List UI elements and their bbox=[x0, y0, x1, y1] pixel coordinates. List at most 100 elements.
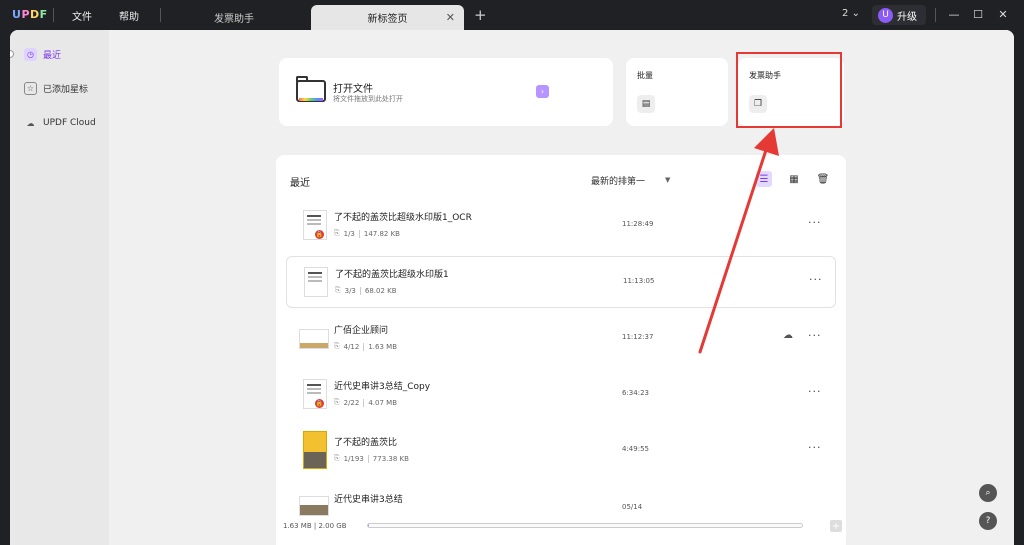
recent-title: 最近 bbox=[290, 178, 310, 189]
storage-progress bbox=[367, 523, 803, 528]
file-name: 广佰企业顾问 bbox=[334, 326, 389, 336]
file-meta: ⎘ 4/12 1.63 MB bbox=[334, 342, 397, 351]
batch-card[interactable]: 批量 ▤ bbox=[626, 58, 728, 126]
tab-label: 新标签页 bbox=[367, 14, 408, 25]
sidebar-item-cloud[interactable]: ☁ UPDF Cloud bbox=[18, 111, 104, 135]
file-thumbnail bbox=[299, 329, 329, 349]
file-time: 11:13:05 bbox=[623, 277, 655, 285]
sidebar-item-label: UPDF Cloud bbox=[43, 118, 96, 128]
file-pages: 4/12 bbox=[343, 342, 360, 351]
file-row[interactable]: 🔒 近代史串讲3总结_Copy ⎘ 2/22 4.07 MB 6:34:23 ·… bbox=[286, 369, 836, 421]
file-meta: ⎘ 1/3 147.82 KB bbox=[334, 229, 400, 238]
storage-bar: 1.63 MB | 2.00 GB + bbox=[279, 518, 844, 538]
tab-invoice-assistant[interactable]: 发票助手 bbox=[170, 5, 298, 30]
file-name: 了不起的盖茨比超级水印版1 bbox=[335, 270, 449, 280]
more-options-icon[interactable]: ··· bbox=[808, 216, 822, 229]
open-file-subtitle: 将文件拖放到此处打开 bbox=[333, 95, 403, 103]
search-icon[interactable]: ⌕ bbox=[979, 484, 997, 502]
title-divider bbox=[935, 8, 936, 22]
page-icon: ⎘ bbox=[334, 454, 340, 462]
app-window: ◷ 最近 ☆ 已添加星标 ☁ UPDF Cloud 打开文件 将文件拖放到此处打… bbox=[10, 30, 1014, 545]
add-storage-button[interactable]: + bbox=[830, 520, 842, 532]
sidebar-collapse-handle[interactable] bbox=[10, 50, 14, 58]
more-options-icon[interactable]: ··· bbox=[808, 441, 822, 454]
tab-label: 发票助手 bbox=[214, 14, 254, 25]
file-size: 147.82 KB bbox=[363, 229, 400, 238]
storage-progress-fill bbox=[368, 524, 369, 527]
more-options-icon[interactable]: ··· bbox=[808, 329, 822, 342]
sidebar-item-label: 已添加星标 bbox=[43, 84, 89, 95]
file-meta: ⎘ 3/3 68.02 KB bbox=[335, 286, 397, 295]
file-row[interactable]: 了不起的盖茨比超级水印版1 ⎘ 3/3 68.02 KB 11:13:05 ··… bbox=[286, 256, 836, 308]
file-pages: 3/3 bbox=[344, 286, 356, 295]
recent-files-panel: 最近 最新的排第一 ▼ ☰ ▦ 🗑 🔒 了不起的盖茨比超级水印版1_OCR ⎘ … bbox=[276, 155, 846, 545]
file-size: 1.63 MB bbox=[368, 342, 397, 351]
page-icon: ⎘ bbox=[335, 286, 341, 294]
file-name: 近代史串讲3总结_Copy bbox=[334, 382, 431, 392]
tab-new-tab[interactable]: 新标签页 ✕ bbox=[311, 5, 464, 30]
grid-view-icon[interactable]: ▦ bbox=[786, 171, 802, 187]
window-count-dropdown[interactable]: 2 ⌄ bbox=[842, 8, 860, 19]
file-time: 11:28:49 bbox=[622, 220, 654, 228]
file-name: 了不起的盖茨比超级水印版1_OCR bbox=[334, 213, 472, 223]
upgrade-label: 升级 bbox=[897, 11, 917, 23]
sidebar-item-label: 最近 bbox=[43, 50, 62, 61]
cloud-upload-icon[interactable]: ☁ bbox=[783, 330, 793, 341]
file-time: 6:34:23 bbox=[622, 389, 649, 397]
upgrade-button[interactable]: U 升级 bbox=[872, 5, 926, 25]
file-size: 773.38 KB bbox=[372, 454, 409, 463]
annotation-highlight-box bbox=[736, 52, 842, 128]
file-meta: ⎘ 1/193 773.38 KB bbox=[334, 454, 409, 463]
page-icon: ⎘ bbox=[334, 229, 340, 237]
help-icon[interactable]: ? bbox=[979, 512, 997, 530]
sidebar-item-recent[interactable]: ◷ 最近 bbox=[18, 42, 104, 66]
cloud-icon: ☁ bbox=[26, 118, 35, 128]
file-pages: 1/3 bbox=[343, 229, 355, 238]
file-name: 近代史串讲3总结 bbox=[334, 495, 403, 505]
file-row[interactable]: 广佰企业顾问 ⎘ 4/12 1.63 MB 11:12:37 ☁ ··· bbox=[286, 313, 836, 365]
lock-icon: 🔒 bbox=[315, 399, 324, 408]
title-divider bbox=[160, 8, 161, 22]
menu-file[interactable]: 文件 bbox=[72, 8, 92, 23]
more-options-icon[interactable]: ··· bbox=[809, 273, 823, 286]
file-size: 68.02 KB bbox=[364, 286, 397, 295]
file-thumbnail bbox=[304, 267, 328, 297]
sidebar-item-starred[interactable]: ☆ 已添加星标 bbox=[18, 76, 104, 100]
maximize-icon[interactable]: ☐ bbox=[968, 5, 988, 23]
file-meta: ⎘ 2/22 4.07 MB bbox=[334, 398, 397, 407]
menu-help[interactable]: 帮助 bbox=[119, 8, 139, 23]
star-icon: ☆ bbox=[24, 81, 37, 95]
trash-icon[interactable]: 🗑 bbox=[815, 171, 831, 187]
close-window-icon[interactable]: ✕ bbox=[993, 5, 1013, 23]
batch-icon: ▤ bbox=[637, 95, 655, 113]
folder-icon bbox=[296, 76, 326, 103]
main-content: 打开文件 将文件拖放到此处打开 › 批量 ▤ 发票助手 ❐ 最近 最新的排第一 … bbox=[109, 30, 1014, 545]
open-file-card[interactable]: 打开文件 将文件拖放到此处打开 › bbox=[279, 58, 613, 126]
file-time: 05/14 bbox=[622, 503, 643, 511]
sort-dropdown[interactable]: 最新的排第一 bbox=[591, 174, 645, 187]
title-bar: UPDF 文件 帮助 发票助手 新标签页 ✕ + 2 ⌄ U 升级 — ☐ ✕ bbox=[0, 0, 1024, 30]
window-count: 2 bbox=[842, 8, 849, 19]
sidebar: ◷ 最近 ☆ 已添加星标 ☁ UPDF Cloud bbox=[10, 30, 109, 545]
app-logo: UPDF bbox=[12, 8, 48, 21]
chevron-down-icon: ⌄ bbox=[851, 8, 860, 19]
file-thumbnail bbox=[299, 496, 329, 516]
close-icon[interactable]: ✕ bbox=[446, 11, 455, 24]
batch-title: 批量 bbox=[637, 71, 653, 80]
minimize-icon[interactable]: — bbox=[944, 5, 964, 23]
page-icon: ⎘ bbox=[334, 398, 340, 406]
avatar: U bbox=[878, 7, 893, 23]
lock-icon: 🔒 bbox=[315, 230, 324, 239]
chevron-right-icon[interactable]: › bbox=[536, 85, 549, 98]
more-options-icon[interactable]: ··· bbox=[808, 385, 822, 398]
caret-down-icon[interactable]: ▼ bbox=[665, 176, 670, 184]
file-row[interactable]: 🔒 了不起的盖茨比超级水印版1_OCR ⎘ 1/3 147.82 KB 11:2… bbox=[286, 200, 836, 252]
page-icon: ⎘ bbox=[334, 342, 340, 350]
storage-label: 1.63 MB | 2.00 GB bbox=[283, 522, 347, 530]
file-thumbnail bbox=[303, 431, 327, 469]
file-pages: 2/22 bbox=[343, 398, 360, 407]
list-view-icon[interactable]: ☰ bbox=[756, 171, 772, 187]
title-divider bbox=[53, 8, 54, 22]
file-row[interactable]: 了不起的盖茨比 ⎘ 1/193 773.38 KB 4:49:55 ··· bbox=[286, 425, 836, 477]
new-tab-button[interactable]: + bbox=[474, 6, 487, 24]
